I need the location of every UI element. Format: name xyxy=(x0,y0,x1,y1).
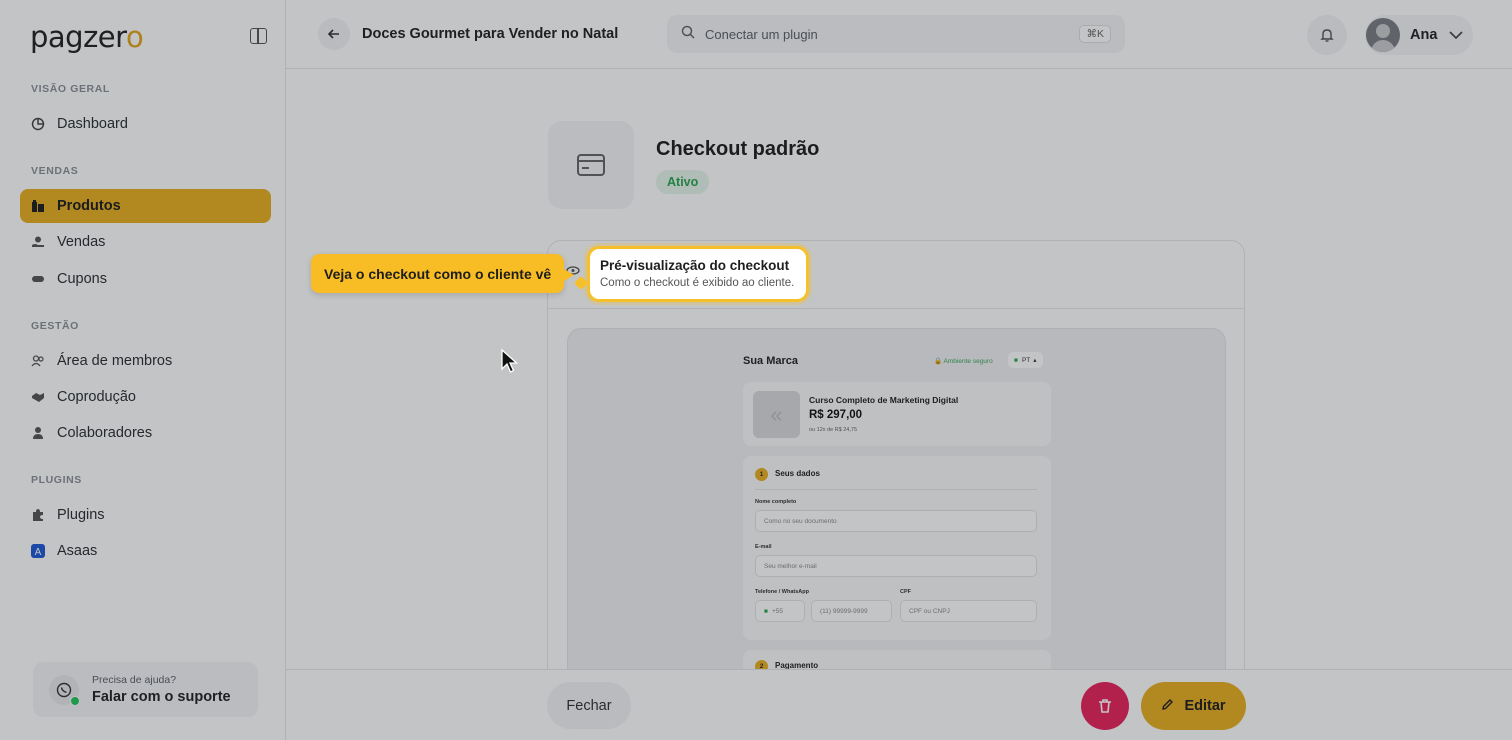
edit-label: Editar xyxy=(1184,698,1226,714)
user-name: Ana xyxy=(1410,27,1438,43)
support-card[interactable]: Precisa de ajuda? Falar com o suporte xyxy=(33,662,258,717)
mini-language-select: ■ PT ▴ xyxy=(1008,352,1043,368)
sidebar-item-cupons[interactable]: Cupons xyxy=(20,262,271,296)
trash-icon xyxy=(1099,699,1111,713)
section-label-overview: VISÃO GERAL xyxy=(31,83,110,95)
mini-installments: ou 12x de R$ 24,75 xyxy=(809,427,858,433)
mini-cpf-field: CPF ou CNPJ xyxy=(900,600,1037,622)
mini-name-label: Nome completo xyxy=(755,499,797,505)
mini-product-name: Curso Completo de Marketing Digital xyxy=(809,395,959,405)
section-label-sales: VENDAS xyxy=(31,165,79,177)
logo[interactable]: pagzero xyxy=(30,20,144,54)
bell-icon xyxy=(1320,29,1334,42)
sidebar-item-label: Área de membros xyxy=(57,353,173,369)
product-thumbnail: « xyxy=(753,391,800,438)
mini-product-price: R$ 297,00 xyxy=(809,409,863,421)
mini-phone-field: (11) 99999-9999 xyxy=(811,600,892,622)
mini-phone-label: Telefone / WhatsApp xyxy=(755,589,809,595)
avatar xyxy=(1366,18,1400,52)
user-menu[interactable]: Ana xyxy=(1365,15,1473,55)
sidebar-item-area-de-membros[interactable]: Área de membros xyxy=(20,344,271,378)
sidebar-item-label: Vendas xyxy=(57,234,106,250)
box-icon xyxy=(31,199,45,213)
divider xyxy=(548,308,1244,309)
sidebar-item-coproducao[interactable]: Coprodução xyxy=(20,380,271,414)
arrow-left-icon xyxy=(327,29,339,39)
chart-pie-icon xyxy=(31,117,45,131)
preview-panel: Sua Marca 🔒 Ambiente seguro ■ PT ▴ « Curso… xyxy=(547,240,1245,670)
delete-button[interactable] xyxy=(1081,682,1129,730)
sidebar-item-colaboradores[interactable]: Colaboradores xyxy=(20,416,271,450)
mini-phone-code: ■ +55 xyxy=(755,600,805,622)
sidebar-toggle-icon[interactable] xyxy=(250,28,267,44)
divider xyxy=(755,489,1037,490)
mouse-cursor-icon xyxy=(500,348,519,379)
sidebar-item-produtos[interactable]: Produtos xyxy=(20,189,271,223)
page-title: Doces Gourmet para Vender no Natal xyxy=(362,26,619,42)
mini-secure-label: 🔒 Ambiente seguro xyxy=(934,358,993,365)
section-label-plugins: PLUGINS xyxy=(31,474,82,486)
hand-money-icon xyxy=(31,235,45,249)
whatsapp-icon xyxy=(49,674,80,706)
mini-email-field: Seu melhor e-mail xyxy=(755,555,1037,577)
sidebar-item-label: Coprodução xyxy=(57,389,136,405)
flag-icon: ■ xyxy=(1014,356,1018,364)
search-placeholder: Conectar um plugin xyxy=(705,26,818,42)
tour-tooltip: Veja o checkout como o cliente vê xyxy=(311,254,574,293)
mini-payment-section: 2 Pagamento xyxy=(743,650,1051,669)
ticket-icon xyxy=(31,272,45,286)
mini-section-title: Seus dados xyxy=(775,469,820,478)
users-icon xyxy=(31,354,45,368)
close-button[interactable]: Fechar xyxy=(547,682,631,729)
credit-card-icon xyxy=(577,154,605,176)
sidebar-item-label: Plugins xyxy=(57,507,105,523)
sidebar-item-plugins[interactable]: Plugins xyxy=(20,498,271,532)
action-footer: Fechar Editar xyxy=(286,669,1512,740)
back-button[interactable] xyxy=(318,18,350,50)
sidebar-item-dashboard[interactable]: Dashboard xyxy=(20,107,271,141)
notifications-button[interactable] xyxy=(1307,15,1347,55)
asaas-icon: A xyxy=(31,544,45,558)
sidebar-item-label: Colaboradores xyxy=(57,425,153,441)
sidebar: pagzero VISÃO GERAL Dashboard VENDAS Pro… xyxy=(0,0,286,740)
puzzle-icon xyxy=(31,508,45,522)
top-header: Doces Gourmet para Vender no Natal Conec… xyxy=(286,0,1512,69)
section-label-management: GESTÃO xyxy=(31,320,79,332)
sidebar-item-asaas[interactable]: A Asaas xyxy=(20,534,271,568)
pencil-icon xyxy=(1161,698,1174,714)
support-link[interactable]: Falar com o suporte xyxy=(92,689,231,705)
checkout-title: Checkout padrão xyxy=(656,138,820,160)
handshake-icon xyxy=(31,390,45,404)
preview-header-highlight[interactable]: Pré-visualização do checkout Como o chec… xyxy=(587,246,809,302)
search-icon xyxy=(681,25,695,43)
mini-name-field: Como no seu documento xyxy=(755,510,1037,532)
mini-brand: Sua Marca xyxy=(743,355,799,367)
checkout-preview-frame: Sua Marca 🔒 Ambiente seguro ■ PT ▴ « Curso… xyxy=(567,328,1226,669)
edit-button[interactable]: Editar xyxy=(1141,682,1246,730)
step-number: 1 xyxy=(755,468,768,481)
sidebar-item-label: Produtos xyxy=(57,198,121,214)
sidebar-item-label: Cupons xyxy=(57,271,107,287)
mini-form: 1 Seus dados Nome completo Como no seu d… xyxy=(743,456,1051,640)
support-hint: Precisa de ajuda? xyxy=(92,674,177,686)
mini-email-label: E-mail xyxy=(755,544,772,550)
chevron-down-icon xyxy=(1449,28,1463,42)
status-badge: Ativo xyxy=(656,170,710,194)
svg-text:A: A xyxy=(35,547,42,558)
mini-product-card: « Curso Completo de Marketing Digital R$… xyxy=(743,382,1051,446)
shortcut-badge: ⌘K xyxy=(1079,25,1111,43)
sidebar-item-vendas[interactable]: Vendas xyxy=(20,225,271,259)
preview-subtitle: Como o checkout é exibido ao cliente. xyxy=(600,277,795,289)
mini-cpf-label: CPF xyxy=(900,589,911,595)
person-icon xyxy=(31,426,45,440)
checkout-icon-box xyxy=(548,121,634,209)
preview-title: Pré-visualização do checkout xyxy=(600,258,790,273)
sidebar-item-label: Asaas xyxy=(57,543,98,559)
search-input[interactable]: Conectar um plugin ⌘K xyxy=(667,15,1125,53)
sidebar-item-label: Dashboard xyxy=(57,116,128,132)
